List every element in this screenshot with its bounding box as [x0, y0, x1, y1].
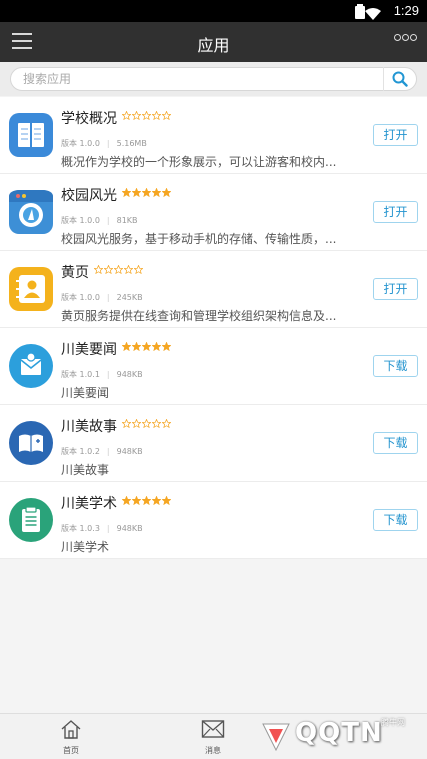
envelope-icon [201, 720, 225, 738]
star-icon [132, 496, 141, 505]
star-icon [122, 111, 131, 120]
app-bar: 应用 [0, 22, 427, 62]
search-bar [0, 62, 427, 96]
download-button[interactable]: 下载 [373, 432, 418, 454]
tab-label: 首页 [63, 746, 79, 755]
star-icon [94, 265, 103, 274]
mail-icon[interactable] [9, 344, 53, 388]
list-item: 川美故事 版本 1.0.2 | 948KB 川美故事 下载 [0, 405, 427, 482]
download-button[interactable]: 下载 [373, 509, 418, 531]
app-list: 学校概况 版本 1.0.0 | 5.16MB 概况作为学校的一个形象展示，可以让游客… [0, 97, 427, 559]
tab-home[interactable]: 首页 [46, 718, 96, 756]
watermark-logo-icon [262, 723, 290, 752]
app-meta: 版本 1.0.0 | 5.16MB [61, 139, 147, 148]
book-icon[interactable] [9, 113, 53, 157]
app-meta: 版本 1.0.3 | 948KB [61, 524, 143, 533]
app-name: 川美学术 [61, 496, 117, 512]
star-icon [162, 419, 171, 428]
camera-icon[interactable] [9, 190, 53, 234]
star-icon [142, 496, 151, 505]
rating-stars [122, 419, 171, 428]
search-button[interactable] [383, 67, 416, 91]
tab-label: 消息 [205, 746, 221, 755]
app-name: 校园风光 [61, 188, 117, 204]
rating-stars [122, 342, 171, 351]
star-icon [142, 188, 151, 197]
app-meta: 版本 1.0.1 | 948KB [61, 370, 143, 379]
star-icon [122, 188, 131, 197]
app-description: 黄页服务提供在线查询和管理学校组织架构信息及... [61, 309, 337, 323]
list-item: 校园风光 版本 1.0.0 | 81KB 校园风光服务，基于移动手机的存储、传输性质… [0, 174, 427, 251]
page-title: 应用 [197, 36, 230, 55]
open-button[interactable]: 打开 [373, 201, 418, 223]
list-item: 学校概况 版本 1.0.0 | 5.16MB 概况作为学校的一个形象展示，可以让游客… [0, 97, 427, 174]
star-icon [162, 188, 171, 197]
star-icon [122, 342, 131, 351]
app-name: 学校概况 [61, 111, 117, 127]
search-icon [392, 71, 408, 87]
rating-stars [94, 265, 143, 274]
search-box [10, 67, 417, 91]
star-icon [152, 111, 161, 120]
rating-stars [122, 188, 171, 197]
app-description: 概况作为学校的一个形象展示，可以让游客和校内... [61, 155, 337, 169]
app-name: 川美要闻 [61, 342, 117, 358]
star-icon [122, 496, 131, 505]
app-description: 川美故事 [61, 463, 110, 477]
star-icon [114, 265, 123, 274]
star-icon [152, 342, 161, 351]
app-description: 川美要闻 [61, 386, 110, 400]
clipboard-icon[interactable] [9, 498, 53, 542]
rating-stars [122, 111, 171, 120]
more-options-icon[interactable] [394, 34, 417, 41]
star-icon [124, 265, 133, 274]
star-icon [142, 111, 151, 120]
star-icon [162, 342, 171, 351]
app-meta: 版本 1.0.0 | 81KB [61, 216, 138, 225]
tab-messages[interactable]: 消息 [188, 718, 238, 756]
star-icon [132, 342, 141, 351]
star-icon [162, 111, 171, 120]
open-button[interactable]: 打开 [373, 278, 418, 300]
search-input[interactable] [23, 71, 383, 87]
open-book-icon[interactable] [9, 421, 53, 465]
status-bar: 1:29 [0, 0, 427, 22]
star-icon [152, 496, 161, 505]
star-icon [162, 496, 171, 505]
watermark: QQTN 腾牛网 [255, 716, 425, 756]
star-icon [142, 342, 151, 351]
app-meta: 版本 1.0.2 | 948KB [61, 447, 143, 456]
watermark-text: QQTN [295, 718, 383, 748]
watermark-subtext: 腾牛网 [381, 718, 405, 727]
star-icon [152, 419, 161, 428]
star-icon [104, 265, 113, 274]
home-icon [61, 720, 81, 739]
contact-book-icon[interactable] [9, 267, 53, 311]
app-name: 黄页 [61, 265, 89, 281]
list-item: 川美学术 版本 1.0.3 | 948KB 川美学术 下载 [0, 482, 427, 559]
star-icon [122, 419, 131, 428]
star-icon [132, 419, 141, 428]
app-meta: 版本 1.0.0 | 245KB [61, 293, 143, 302]
star-icon [134, 265, 143, 274]
star-icon [152, 188, 161, 197]
app-description: 川美学术 [61, 540, 110, 554]
status-time: 1:29 [393, 3, 419, 18]
open-button[interactable]: 打开 [373, 124, 418, 146]
rating-stars [122, 496, 171, 505]
star-icon [142, 419, 151, 428]
battery-icon [355, 4, 365, 23]
star-icon [132, 111, 141, 120]
app-name: 川美故事 [61, 419, 117, 435]
app-description: 校园风光服务，基于移动手机的存储、传输性质，... [61, 232, 337, 246]
list-item: 川美要闻 版本 1.0.1 | 948KB 川美要闻 下载 [0, 328, 427, 405]
star-icon [132, 188, 141, 197]
download-button[interactable]: 下载 [373, 355, 418, 377]
list-item: 黄页 版本 1.0.0 | 245KB 黄页服务提供在线查询和管理学校组织架构信息及… [0, 251, 427, 328]
